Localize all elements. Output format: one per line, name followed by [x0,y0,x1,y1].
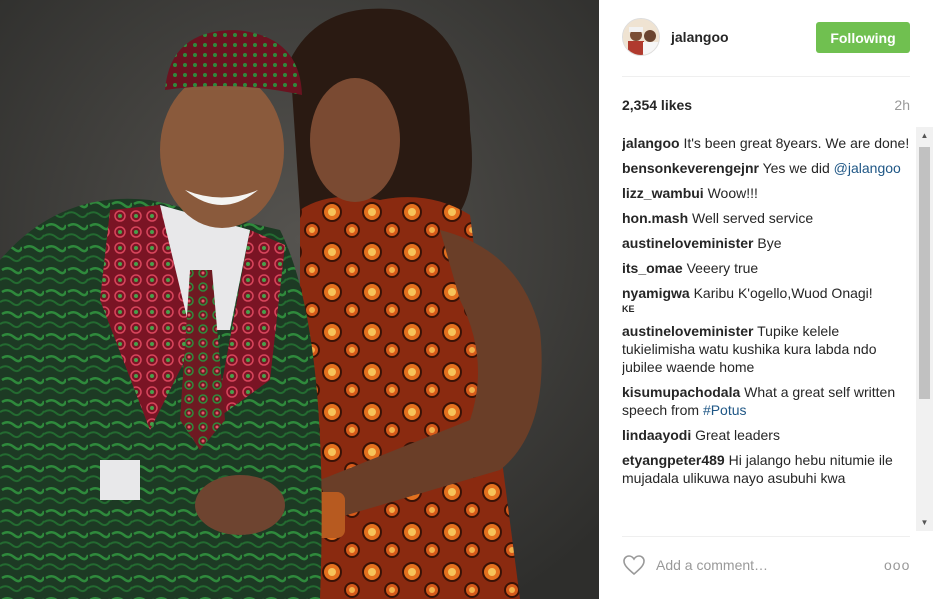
comment-username[interactable]: its_omae [622,260,683,276]
scroll-thumb[interactable] [919,147,930,399]
comment-item: hon.mash Well served service [622,209,916,227]
likes-count[interactable]: 2,354 likes [622,97,692,113]
comment-username[interactable]: austineloveminister [622,235,754,251]
following-button[interactable]: Following [816,22,910,53]
post-details-panel: jalangoo Following 2,354 likes 2h jalang… [599,0,935,599]
comment-text: Bye [757,235,782,251]
comment-username[interactable]: bensonkeverengejnr [622,160,759,176]
comments-scrollbar[interactable]: ▲ ▼ [916,127,933,531]
comment-username[interactable]: lizz_wambui [622,185,704,201]
comment-text: Well served service [692,210,814,226]
comment-item: kisumupachodala What a great self writte… [622,383,916,419]
comment-text: Woow!!! [707,185,758,201]
comment-item: bensonkeverengejnr Yes we did @jalangoo [622,159,916,177]
comment-item: nyamigwa Karibu K'ogello,Wuod Onagi! KE [622,284,916,315]
add-comment-input[interactable] [656,553,866,577]
comment-username[interactable]: jalangoo [622,135,680,151]
comment-item: lizz_wambui Woow!!! [622,184,916,202]
avatar[interactable] [622,18,660,56]
comment-username[interactable]: etyangpeter489 [622,452,725,468]
username-link[interactable]: jalangoo [671,29,729,45]
hashtag-link[interactable]: #Potus [703,402,747,418]
post-header: jalangoo Following [599,0,935,76]
comment-username[interactable]: lindaayodi [622,427,691,443]
comment-item: its_omae Veeery true [622,259,916,277]
post-photo[interactable] [0,0,599,599]
post-photo-illustration [0,0,599,599]
more-options-icon[interactable]: ooo [884,557,910,573]
comment-username[interactable]: kisumupachodala [622,384,740,400]
comment-username[interactable]: nyamigwa [622,285,690,301]
comment-text: Yes we did [762,160,834,176]
comment-item: austineloveminister Tupike kelele tukiel… [622,322,916,376]
comment-username[interactable]: hon.mash [622,210,688,226]
comment-text: Great leaders [695,427,780,443]
comment-username[interactable]: austineloveminister [622,323,754,339]
post-timestamp[interactable]: 2h [894,97,910,113]
comment-item: lindaayodi Great leaders [622,426,916,444]
comment-item: jalangoo It's been great 8years. We are … [622,134,916,152]
header-divider [622,76,910,77]
country-badge: KE [622,304,635,314]
avatar-image [623,19,659,55]
comment-text: Veeery true [686,260,759,276]
comment-list[interactable]: jalangoo It's been great 8years. We are … [622,134,916,526]
comment-item: austineloveminister Bye [622,234,916,252]
comment-text: It's been great 8years. We are done! [683,135,910,151]
comment-item: etyangpeter489 Hi jalango hebu nitumie i… [622,451,916,487]
comment-bar: ooo [622,553,910,577]
heart-icon[interactable] [622,554,646,576]
scroll-down-icon[interactable]: ▼ [916,514,933,531]
comment-text: Karibu K'ogello,Wuod Onagi! [693,285,873,301]
scroll-up-icon[interactable]: ▲ [916,127,933,144]
mention-link[interactable]: @jalangoo [834,160,901,176]
footer-divider [622,536,910,537]
